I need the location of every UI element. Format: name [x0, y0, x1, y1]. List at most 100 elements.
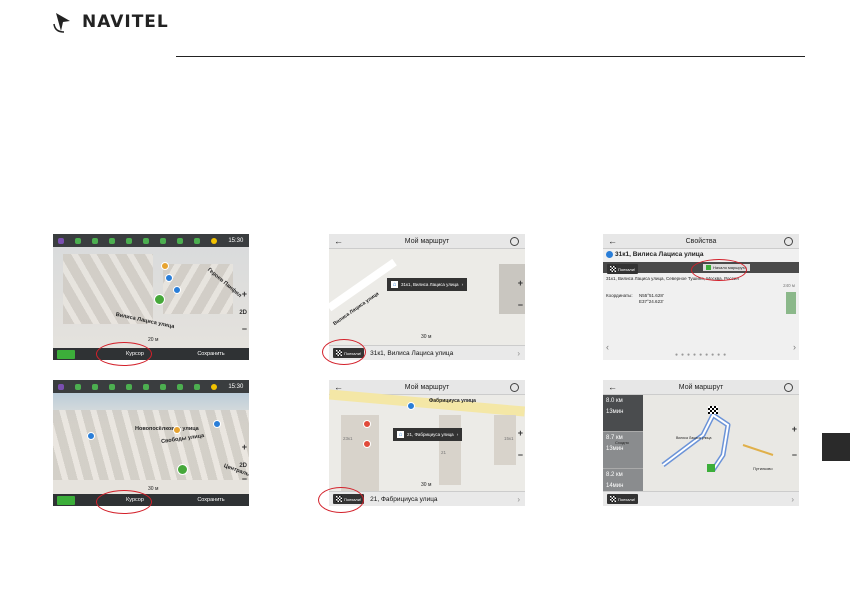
cursor-pin-icon[interactable]: [154, 294, 165, 305]
poi-icon[interactable]: [213, 420, 221, 428]
doc-icon: [194, 383, 201, 390]
highlight-ring: [691, 259, 747, 281]
go-label: Поехали!: [618, 266, 636, 272]
back-arrow-icon[interactable]: ←: [334, 236, 343, 246]
highlight-ring: [318, 487, 364, 513]
clock: 15:30: [228, 237, 244, 244]
route-map: [661, 412, 774, 472]
chevron-right-icon: ›: [461, 282, 464, 287]
go-button[interactable]: Поехали!: [607, 264, 639, 274]
street-label: Фабрициуса улица: [429, 398, 476, 404]
cursor-pin-icon[interactable]: [177, 464, 188, 475]
section-tab: [822, 433, 850, 461]
info-icon: [92, 383, 99, 390]
finish-flag-icon: [610, 266, 616, 272]
view-2d-button[interactable]: 2D: [239, 310, 247, 316]
chevron-left-icon[interactable]: ‹: [606, 342, 609, 352]
chevron-right-icon[interactable]: ›: [793, 342, 796, 352]
route-time: 14мин: [606, 483, 624, 489]
status-icon: [58, 383, 65, 390]
place-heading: 31к1, Вилиса Лациса улица: [606, 251, 703, 258]
address-popup[interactable]: ⌂ 21, Фабрициуса улица ›: [393, 428, 463, 441]
settings-icon[interactable]: [510, 236, 519, 246]
nav-icon[interactable]: [786, 292, 796, 314]
poi-icon[interactable]: [407, 402, 415, 410]
building: [341, 415, 379, 495]
screen-title: Мой маршрут: [678, 383, 724, 391]
screenshot-route-1: ← Мой маршрут Вилиса Лациса улица ⌂ 31к1…: [329, 234, 525, 360]
scale-label: 30 м: [148, 486, 159, 492]
house-icon: [606, 251, 613, 258]
view-2d-button[interactable]: 2D: [239, 463, 247, 469]
place-label: Сходня: [615, 440, 629, 445]
chevron-right-icon: ›: [456, 432, 459, 437]
save-button[interactable]: Сохранить: [173, 351, 249, 357]
route-header: ← Мой маршрут: [603, 380, 799, 395]
sun-icon: [211, 237, 218, 244]
menu-button[interactable]: [57, 349, 75, 359]
place-label: Путилково: [753, 466, 773, 471]
settings-icon[interactable]: [510, 382, 519, 392]
zoom-out-icon[interactable]: −: [518, 450, 523, 460]
zoom-out-icon[interactable]: −: [518, 300, 523, 310]
coords-label: Координаты:: [606, 293, 633, 298]
card-icon: [177, 237, 184, 244]
poi-icon[interactable]: [363, 420, 371, 428]
buildings-3d: [63, 254, 153, 324]
poi-icon[interactable]: [87, 432, 95, 440]
route-address: 21, Фабрициуса улица: [370, 495, 438, 503]
house-number: 21: [441, 450, 447, 455]
house-icon: ⌂: [397, 431, 404, 438]
header-rule: [176, 56, 805, 57]
poi-icon[interactable]: [165, 274, 173, 282]
place-label: Вилиса Лациса улица: [676, 436, 712, 440]
route-option[interactable]: 8.0 км 13мин: [603, 395, 643, 431]
chevron-right-icon[interactable]: ›: [517, 495, 520, 504]
zoom-in-icon[interactable]: +: [518, 278, 523, 288]
route-header: ← Мой маршрут: [329, 234, 525, 249]
finish-flag-icon: [610, 496, 616, 502]
zoom-in-icon[interactable]: +: [792, 424, 797, 434]
chevron-right-icon[interactable]: ›: [791, 495, 794, 504]
poi-icon[interactable]: [173, 286, 181, 294]
street-label: Новопосёлковая улица: [135, 426, 199, 432]
house-number: 15к1: [504, 436, 514, 441]
screen-title: Мой маршрут: [404, 237, 450, 245]
coord-e: E37°24.623': [639, 299, 664, 304]
highlight-ring: [322, 339, 366, 365]
highlight-ring: [96, 342, 152, 366]
coord-n: N55°51.628': [639, 293, 664, 298]
status-icon: [58, 237, 65, 244]
poi-icon[interactable]: [161, 262, 169, 270]
settings-icon[interactable]: [784, 236, 793, 246]
settings-icon[interactable]: [784, 382, 793, 392]
satellite-icon: [109, 383, 116, 390]
menu-button[interactable]: [57, 495, 75, 505]
scale-label: 30 м: [421, 334, 432, 340]
poi-icon[interactable]: [363, 440, 371, 448]
poi-icon[interactable]: [173, 426, 181, 434]
popup-address: 31к1, Вилиса Лациса улица: [401, 282, 459, 287]
save-button[interactable]: Сохранить: [173, 497, 249, 503]
chevron-right-icon[interactable]: ›: [517, 349, 520, 358]
zoom-in-icon[interactable]: +: [242, 289, 247, 299]
route-time: 13мин: [606, 409, 624, 415]
zoom-out-icon[interactable]: −: [242, 474, 247, 484]
distance: 240 м: [783, 283, 795, 288]
route-option[interactable]: 8.7 км 13мин: [603, 431, 643, 468]
go-button[interactable]: Поехали!: [607, 494, 639, 504]
house-number: 23к1: [343, 436, 353, 441]
sun-icon: [211, 383, 218, 390]
back-arrow-icon[interactable]: ←: [608, 382, 617, 392]
zoom-in-icon[interactable]: +: [242, 442, 247, 452]
cloud-icon: [126, 383, 133, 390]
zoom-out-icon[interactable]: −: [242, 324, 247, 334]
page-dots: ●●●●●●●●●: [675, 352, 730, 358]
go-label: Поехали!: [618, 496, 636, 502]
battery-icon: [160, 237, 167, 244]
address-popup[interactable]: ⌂ 31к1, Вилиса Лациса улица ›: [387, 278, 468, 291]
zoom-out-icon[interactable]: −: [792, 450, 797, 460]
sound-icon: [75, 237, 82, 244]
back-arrow-icon[interactable]: ←: [608, 236, 617, 246]
zoom-in-icon[interactable]: +: [518, 428, 523, 438]
